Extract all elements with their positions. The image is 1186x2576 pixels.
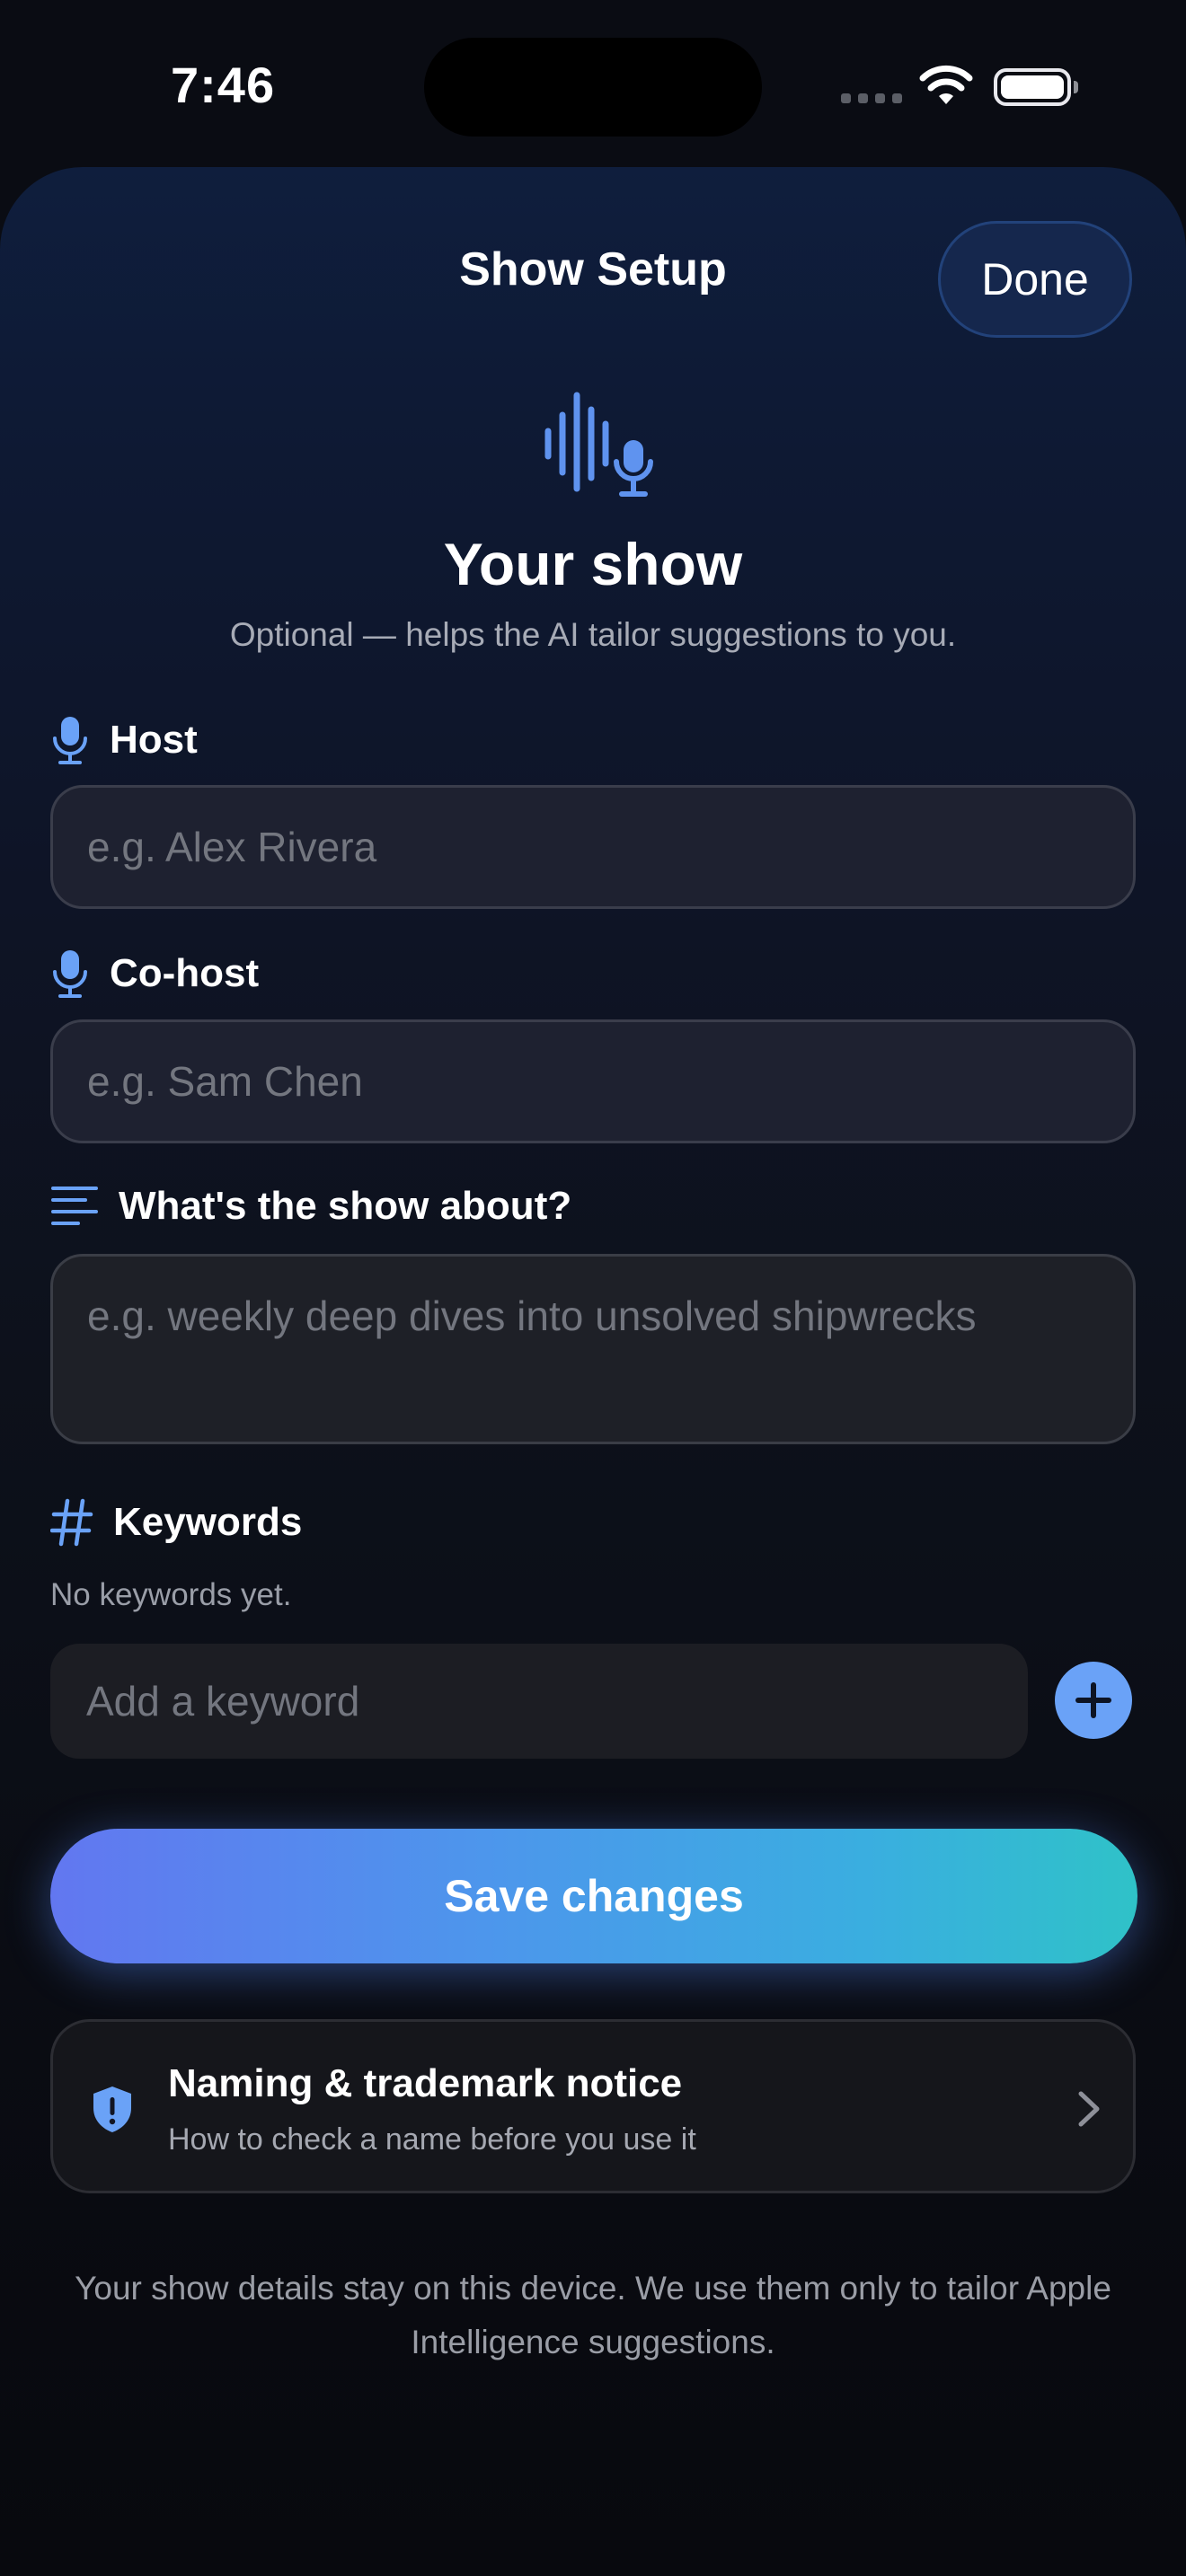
notice-subtitle: How to check a name before you use it — [168, 2122, 696, 2157]
cohost-label: Co-host — [50, 948, 259, 999]
host-input[interactable]: e.g. Alex Rivera — [50, 785, 1136, 909]
status-time: 7:46 — [171, 57, 276, 113]
screen: 7:46 Show Setup Done Your show Optional … — [0, 0, 1186, 2576]
about-textarea[interactable]: e.g. weekly deep dives into unsolved shi… — [50, 1254, 1136, 1444]
add-keyword-button[interactable] — [1055, 1662, 1132, 1739]
keywords-empty-text: No keywords yet. — [50, 1577, 292, 1612]
done-button[interactable]: Done — [938, 221, 1132, 338]
keywords-label-text: Keywords — [113, 1500, 303, 1544]
cellular-signal-icon — [841, 93, 902, 103]
dynamic-island — [424, 38, 762, 137]
hashtag-icon — [50, 1498, 93, 1547]
shield-exclamation-icon — [93, 2086, 131, 2132]
about-label-text: What's the show about? — [119, 1184, 572, 1228]
notice-title: Naming & trademark notice — [168, 2061, 683, 2105]
hero-subtitle: Optional — helps the AI tailor suggestio… — [229, 616, 957, 653]
waveform-mic-icon — [544, 392, 653, 497]
about-label: What's the show about? — [50, 1184, 571, 1229]
mic-icon — [53, 717, 87, 764]
hero-title: Your show — [443, 531, 743, 597]
status-bar: 7:46 — [0, 0, 1186, 171]
privacy-footer: Your show details stay on this device. W… — [75, 2270, 1111, 2360]
trademark-notice-row[interactable]: Naming & trademark notice How to check a… — [50, 2019, 1136, 2193]
text-align-left-icon — [51, 1187, 98, 1225]
chevron-right-icon — [1078, 2091, 1100, 2127]
keywords-label: Keywords — [50, 1498, 302, 1547]
mic-icon — [53, 950, 87, 998]
wifi-icon — [919, 65, 973, 104]
battery-icon — [994, 68, 1078, 106]
save-changes-button[interactable]: Save changes — [50, 1829, 1137, 1963]
cohost-input[interactable]: e.g. Sam Chen — [50, 1019, 1136, 1143]
host-label: Host — [50, 715, 198, 765]
cohost-label-text: Co-host — [110, 951, 260, 995]
keyword-input[interactable]: Add a keyword — [50, 1644, 1028, 1759]
host-label-text: Host — [110, 718, 198, 762]
